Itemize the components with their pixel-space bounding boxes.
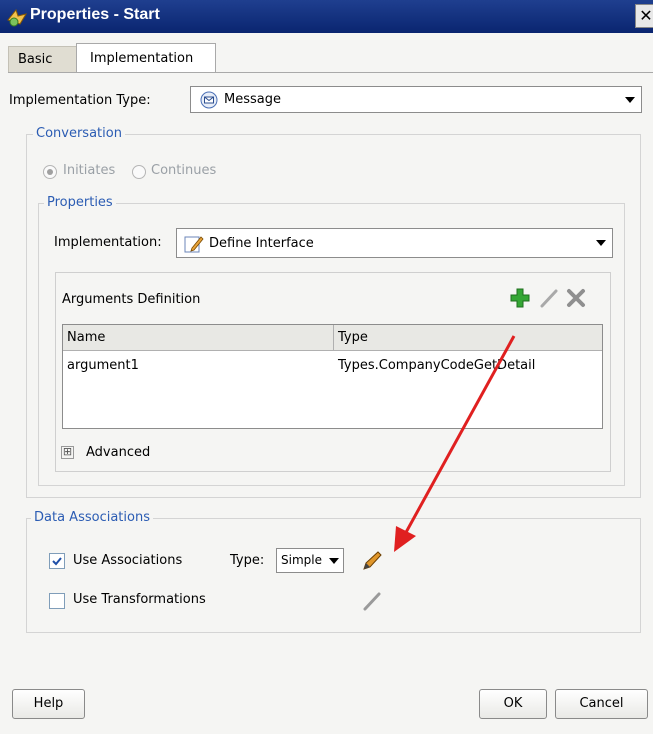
pencil-define-icon [184, 236, 204, 253]
implementation-type-value: Message [224, 92, 281, 107]
use-associations-label: Use Associations [73, 553, 183, 568]
edit-transformations-icon[interactable] [360, 589, 384, 613]
advanced-label[interactable]: Advanced [86, 445, 150, 460]
checkmark-icon [52, 557, 62, 566]
type-select[interactable]: Simple [276, 548, 344, 573]
use-transformations-label: Use Transformations [73, 592, 206, 607]
chevron-down-icon [329, 557, 339, 564]
tab-implementation[interactable]: Implementation [76, 43, 216, 73]
arguments-title: Arguments Definition [62, 292, 201, 307]
use-associations-checkbox[interactable] [49, 553, 65, 569]
properties-legend: Properties [44, 195, 116, 210]
conversation-legend: Conversation [33, 126, 125, 141]
implementation-select[interactable]: Define Interface [176, 228, 613, 258]
ok-button[interactable]: OK [479, 689, 547, 719]
implementation-label: Implementation: [54, 235, 162, 250]
use-transformations-checkbox[interactable] [49, 593, 65, 609]
message-icon [200, 91, 218, 109]
edit-icon[interactable] [538, 287, 560, 309]
implementation-value: Define Interface [209, 236, 314, 251]
radio-initiates[interactable] [43, 165, 57, 179]
chevron-down-icon [596, 240, 606, 246]
tab-divider [8, 72, 653, 73]
cancel-button[interactable]: Cancel [555, 689, 648, 719]
cell-name: argument1 [67, 358, 139, 373]
data-associations-legend: Data Associations [31, 510, 153, 525]
data-associations-group [26, 518, 641, 633]
implementation-type-select[interactable]: Message [190, 86, 642, 113]
title-bar: Properties - Start ✕ [0, 0, 653, 33]
start-event-icon [7, 8, 28, 27]
radio-continues[interactable] [132, 165, 146, 179]
window-title: Properties - Start [30, 6, 160, 23]
add-icon[interactable] [509, 287, 531, 309]
type-value: Simple [281, 553, 322, 567]
annotation-arrow [394, 335, 516, 552]
column-header-name[interactable]: Name [63, 325, 334, 351]
close-button[interactable]: ✕ [635, 4, 653, 28]
expand-icon[interactable]: ⊞ [61, 446, 74, 459]
continues-label: Continues [151, 163, 217, 178]
initiates-label: Initiates [63, 163, 116, 178]
tab-basic[interactable]: Basic [8, 46, 78, 72]
properties-dialog: Properties - Start ✕ Basic Implementatio… [0, 0, 653, 734]
chevron-down-icon [625, 96, 635, 103]
implementation-type-label: Implementation Type: [9, 93, 151, 108]
delete-icon[interactable] [565, 287, 587, 309]
help-button[interactable]: Help [12, 689, 85, 719]
arguments-table: Name Type argument1 Types.CompanyCodeGet… [62, 324, 603, 429]
type-label: Type: [230, 553, 265, 568]
